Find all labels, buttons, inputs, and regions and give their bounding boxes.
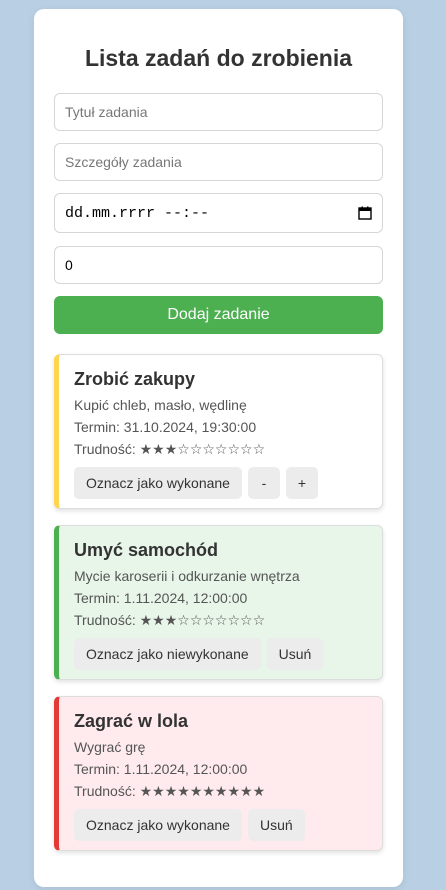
task-details: Wygrać grę [74, 739, 146, 755]
task-title: Zrobić zakupy [74, 369, 196, 389]
task-difficulty: Trudność: ★★★☆☆☆☆☆☆☆ [74, 612, 366, 628]
task-difficulty-input[interactable]: 0 [54, 246, 383, 284]
delete-task-button[interactable]: Usuń [266, 638, 324, 670]
task-title: Umyć samochód [74, 540, 219, 560]
task-actions: Oznacz jako niewykonane Usuń [74, 638, 366, 670]
difficulty-value: 0 [65, 257, 73, 273]
task-details: Kupić chleb, masło, wędlinę [74, 397, 247, 413]
task-details-input[interactable] [54, 143, 383, 181]
task-deadline-input[interactable]: dd.mm.rrrr --:-- [54, 193, 383, 233]
mark-done-button[interactable]: Oznacz jako wykonane [74, 809, 242, 841]
task-actions: Oznacz jako wykonane Usuń [74, 809, 366, 841]
difficulty-stars: ★★★☆☆☆☆☆☆☆ [139, 441, 266, 457]
task-deadline: Termin: 1.11.2024, 12:00:00 [74, 761, 248, 777]
difficulty-label: Trudność: [74, 441, 136, 457]
task-deadline: Termin: 31.10.2024, 19:30:00 [74, 419, 257, 435]
mark-undone-button[interactable]: Oznacz jako niewykonane [74, 638, 261, 670]
decrease-difficulty-button[interactable]: - [247, 467, 280, 499]
deadline-value: dd.mm.rrrr --:-- [65, 204, 210, 222]
task-item: Umyć samochód Mycie karoserii i odkurzan… [54, 525, 383, 680]
task-title: Zagrać w lola [74, 711, 189, 731]
delete-task-button[interactable]: Usuń [247, 809, 305, 841]
task-difficulty: Trudność: ★★★☆☆☆☆☆☆☆ [74, 441, 366, 457]
add-task-button[interactable]: Dodaj zadanie [54, 296, 383, 334]
difficulty-label: Trudność: [74, 783, 136, 799]
mark-done-button[interactable]: Oznacz jako wykonane [74, 467, 242, 499]
todo-card: Lista zadań do zrobienia dd.mm.rrrr --:-… [34, 9, 403, 887]
task-actions: Oznacz jako wykonane - + [74, 467, 366, 499]
difficulty-stars: ★★★☆☆☆☆☆☆☆ [139, 612, 266, 628]
task-deadline: Termin: 1.11.2024, 12:00:00 [74, 590, 248, 606]
difficulty-stars: ★★★★★★★★★★ [139, 783, 266, 799]
task-item: Zagrać w lola Wygrać grę Termin: 1.11.20… [54, 696, 383, 851]
calendar-icon[interactable] [358, 206, 372, 220]
increase-difficulty-button[interactable]: + [285, 467, 318, 499]
page-title: Lista zadań do zrobienia [84, 45, 353, 71]
task-title-input[interactable] [54, 93, 383, 131]
task-item: Zrobić zakupy Kupić chleb, masło, wędlin… [54, 354, 383, 509]
task-details: Mycie karoserii i odkurzanie wnętrza [74, 568, 300, 584]
difficulty-label: Trudność: [74, 612, 136, 628]
task-difficulty: Trudność: ★★★★★★★★★★ [74, 783, 366, 799]
